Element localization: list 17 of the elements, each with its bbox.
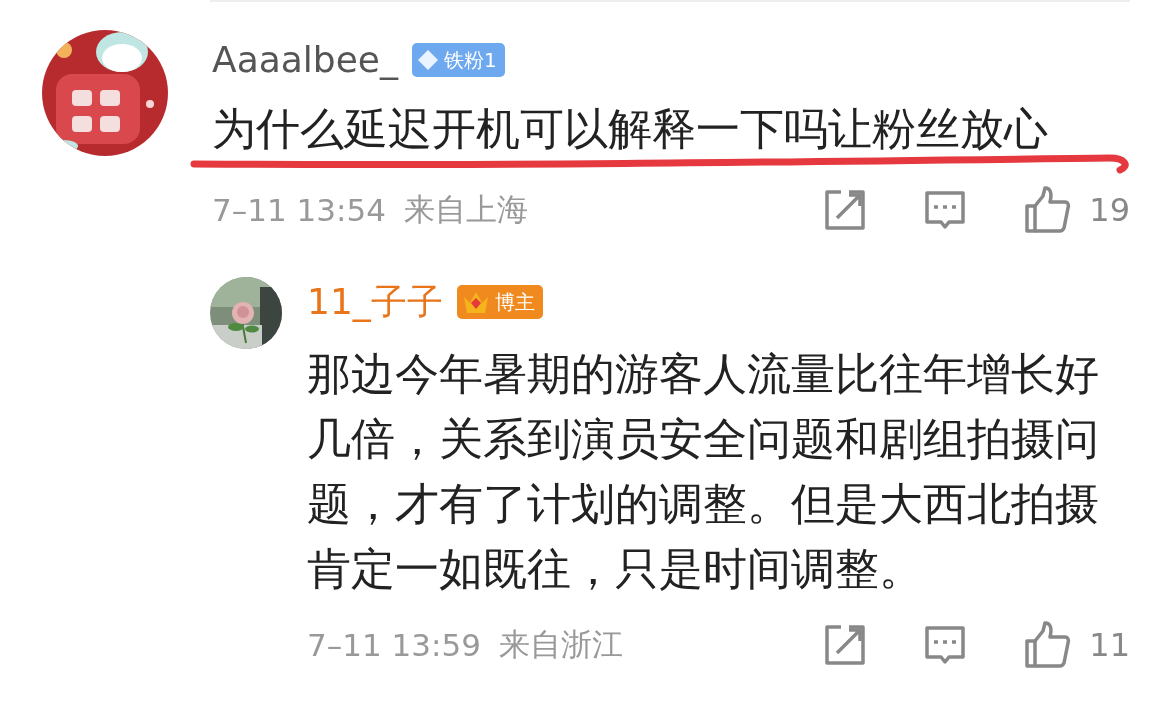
thumbs-up-icon[interactable] xyxy=(1023,186,1072,234)
share-icon[interactable] xyxy=(823,623,868,667)
share-icon[interactable] xyxy=(823,188,868,232)
comment-icon[interactable] xyxy=(923,623,968,667)
user-name[interactable]: Aaaalbee_ xyxy=(212,36,398,84)
comment-location: 来自上海 xyxy=(403,190,528,229)
comment-time: 7–11 13:54 xyxy=(212,192,386,228)
user-badge: 博主 xyxy=(456,285,543,319)
comment-text: 那边今年暑期的游客人流量比往年增长好几倍，关系到演员安全问题和剧组拍摄问题，才有了计划的调整。但是大西北拍摄肯定一如既往，只是时间调整。 xyxy=(307,348,1099,594)
like-count: 11 xyxy=(1089,626,1130,664)
comment-icon[interactable] xyxy=(923,188,968,232)
comment-text: 为什么延迟开机可以解释一下吗让粉丝放心 xyxy=(212,103,1048,154)
like-count: 19 xyxy=(1089,191,1130,229)
comment-time: 7–11 13:59 xyxy=(307,627,481,663)
user-badge: 铁粉1 xyxy=(411,43,505,77)
comment-location: 来自浙江 xyxy=(498,625,623,664)
thumbs-up-icon[interactable] xyxy=(1023,621,1072,669)
